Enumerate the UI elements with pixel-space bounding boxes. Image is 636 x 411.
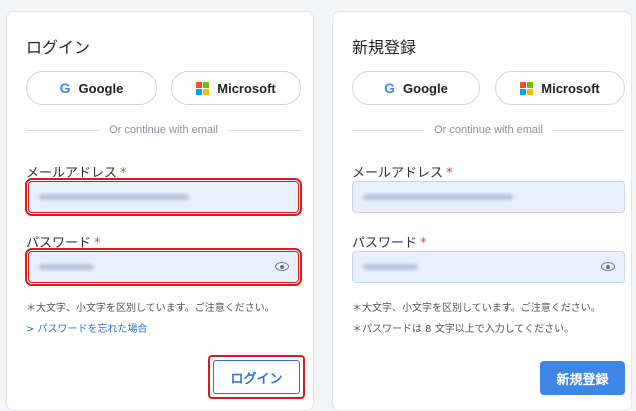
google-icon: G xyxy=(384,80,396,96)
login-password-input[interactable] xyxy=(25,248,302,286)
register-password-label: パスワード * xyxy=(352,236,427,251)
register-email-label: メールアドレス * xyxy=(352,166,453,181)
login-title: ログイン xyxy=(26,38,91,57)
register-password-input[interactable] xyxy=(352,251,625,283)
register-title: 新規登録 xyxy=(352,38,417,57)
register-button[interactable]: 新規登録 xyxy=(540,361,625,395)
google-label: Google xyxy=(403,80,448,96)
login-password-label: パスワード * xyxy=(26,236,101,251)
register-divider: Or continue with email xyxy=(352,123,626,137)
password-value-masked xyxy=(363,264,418,270)
email-value-blurred xyxy=(363,194,513,200)
google-label: Google xyxy=(78,80,124,96)
eye-icon[interactable] xyxy=(601,262,615,271)
register-microsoft-button[interactable]: Microsoft xyxy=(495,71,625,105)
microsoft-label: Microsoft xyxy=(217,80,276,96)
divider-text: Or continue with email xyxy=(109,124,218,136)
password-value-masked xyxy=(39,264,94,270)
login-microsoft-button[interactable]: Microsoft xyxy=(171,71,301,105)
eye-icon[interactable] xyxy=(275,262,289,271)
login-email-input[interactable] xyxy=(25,178,302,216)
login-button-highlight: ログイン xyxy=(208,355,305,399)
login-button[interactable]: ログイン xyxy=(213,360,300,394)
register-length-note: ＊パスワードは 8 文字以上で入力してください。 xyxy=(352,324,575,335)
microsoft-icon xyxy=(520,81,534,95)
register-card: 新規登録 G Google Microsoft Or continue with… xyxy=(332,11,632,411)
login-case-note: ＊大文字、小文字を区別しています。ご注意ください。 xyxy=(26,303,275,314)
microsoft-label: Microsoft xyxy=(541,80,600,96)
register-google-button[interactable]: G Google xyxy=(352,71,480,105)
forgot-password-link[interactable]: > パスワードを忘れた場合 xyxy=(26,320,148,335)
login-card: ログイン G Google Microsoft Or continue with… xyxy=(6,11,314,411)
divider-text: Or continue with email xyxy=(434,124,543,136)
register-email-input[interactable] xyxy=(352,181,625,213)
login-divider: Or continue with email xyxy=(26,123,302,137)
login-google-button[interactable]: G Google xyxy=(26,71,157,105)
login-email-label: メールアドレス * xyxy=(26,166,127,181)
email-value-blurred xyxy=(39,194,189,200)
google-icon: G xyxy=(59,80,71,96)
register-case-note: ＊大文字、小文字を区別しています。ご注意ください。 xyxy=(352,303,601,314)
microsoft-icon xyxy=(196,81,210,95)
